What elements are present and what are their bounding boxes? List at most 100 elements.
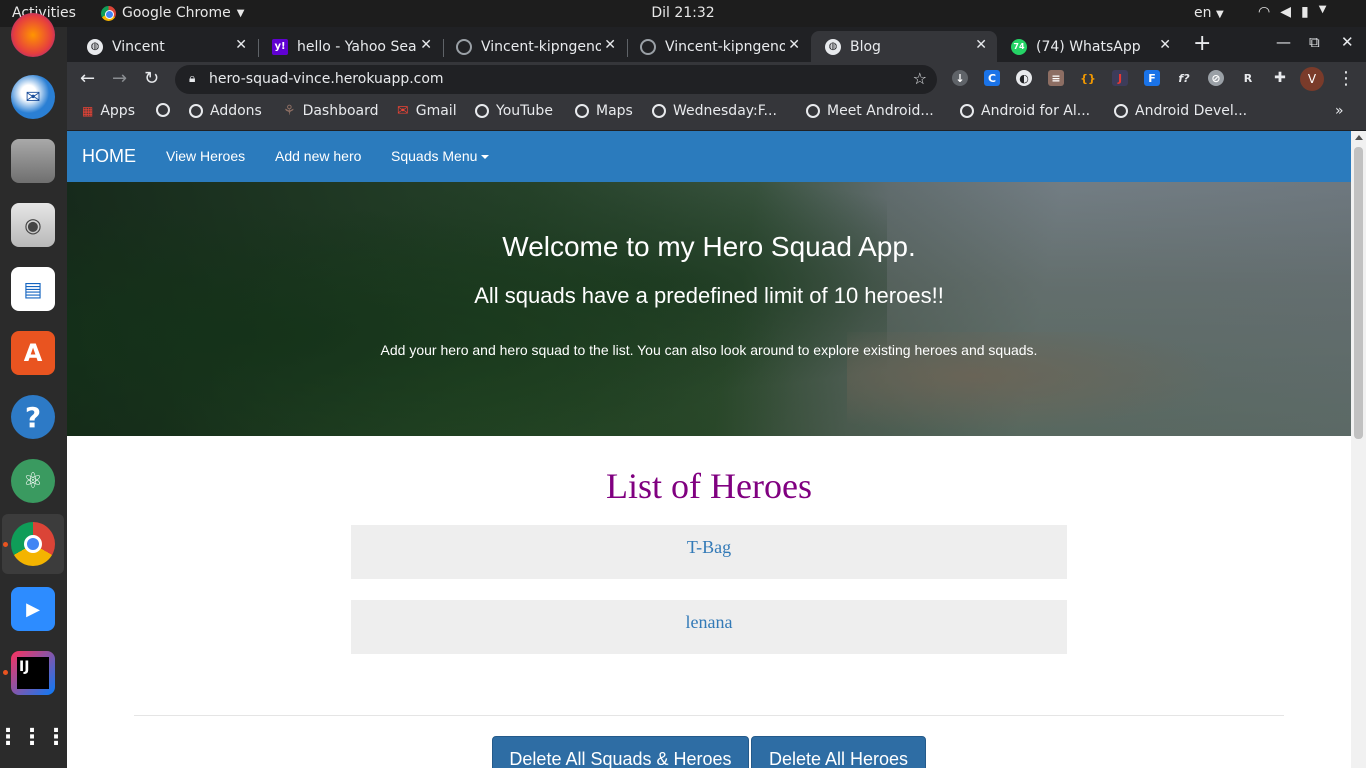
reload-button[interactable]: ↻ — [144, 68, 159, 89]
rhythmbox-icon[interactable]: ◉ — [11, 203, 55, 247]
bookmark-youtube[interactable]: YouTube — [475, 103, 553, 119]
address-bar[interactable]: 🔒︎ hero-squad-vince.herokuapp.com ☆ — [175, 65, 937, 94]
json-extension-icon[interactable]: {} — [1080, 70, 1096, 86]
chevron-down-icon: ▼ — [1318, 4, 1327, 15]
lock-icon[interactable]: 🔒︎ — [189, 71, 195, 86]
close-icon[interactable]: ✕ — [788, 37, 800, 53]
tab-whatsapp[interactable]: 74 (74) WhatsApp ✕ — [997, 31, 1181, 62]
clock[interactable]: Dil 21:32 — [0, 5, 1366, 21]
intellij-icon[interactable]: IJ — [11, 651, 55, 695]
bookmark-star-icon[interactable]: ☆ — [913, 69, 927, 88]
scrollbar-thumb[interactable] — [1354, 147, 1363, 439]
tab-title: hello - Yahoo Sear — [297, 38, 417, 55]
bookmark-gmail[interactable]: ✉ Gmail — [397, 103, 457, 119]
bookmark-label: Addons — [210, 103, 262, 119]
hero-description: Add your hero and hero squad to the list… — [380, 342, 1038, 358]
nav-squads-menu[interactable]: Squads Menu — [391, 148, 490, 164]
bookmark-android-for-all[interactable]: Android for Al... — [960, 103, 1090, 119]
bookmark-wednesday[interactable]: Wednesday:F... — [652, 103, 777, 119]
help-icon[interactable]: ? — [11, 395, 55, 439]
more-bookmarks-icon[interactable]: » — [1335, 103, 1344, 119]
profile-avatar[interactable]: V — [1300, 67, 1324, 91]
forward-button[interactable]: → — [112, 68, 127, 89]
nav-home[interactable]: HOME — [82, 146, 136, 167]
nav-add-new-hero[interactable]: Add new hero — [275, 148, 361, 164]
bookmark-label: Meet Android... — [827, 103, 934, 119]
scroll-up-icon[interactable] — [1355, 135, 1363, 140]
language-indicator[interactable]: en ▼ — [1194, 5, 1224, 21]
writer-icon[interactable]: ▤ — [11, 267, 55, 311]
apps-grid-icon: ▦ — [82, 104, 94, 118]
bookmark-apps[interactable]: ▦ Apps — [82, 103, 135, 119]
maximize-button[interactable]: ⧉ — [1309, 33, 1320, 51]
tab-github-1[interactable]: Vincent-kipngeno ✕ — [442, 31, 626, 62]
files-icon[interactable] — [11, 139, 55, 183]
download-extension-icon[interactable]: ↓ — [952, 70, 968, 86]
close-window-button[interactable]: ✕ — [1341, 33, 1354, 51]
bookmark-addons[interactable]: Addons — [189, 103, 262, 119]
puzzle-icon[interactable]: ✚ — [1272, 70, 1288, 86]
bookmark-label: Android for Al... — [981, 103, 1091, 119]
tab-github-2[interactable]: Vincent-kipngeno ✕ — [626, 31, 810, 62]
menu-icon[interactable]: ⋮ — [1337, 68, 1355, 89]
extension-icon[interactable]: ≡ — [1048, 70, 1064, 86]
page-scrollbar[interactable] — [1351, 131, 1366, 768]
new-tab-button[interactable]: + — [1193, 31, 1211, 56]
bookmark-label: Wednesday:F... — [673, 103, 777, 119]
bookmark-maps[interactable]: Maps — [575, 103, 633, 119]
close-icon[interactable]: ✕ — [1159, 37, 1171, 53]
thunderbird-icon[interactable]: ✉ — [11, 75, 55, 119]
delete-all-squads-heroes-button[interactable]: Delete All Squads & Heroes — [492, 736, 749, 768]
close-icon[interactable]: ✕ — [975, 37, 987, 53]
hero-link[interactable]: T-Bag — [351, 525, 1067, 558]
globe-icon — [575, 104, 589, 118]
bookmark-label: Android Devel... — [1135, 103, 1248, 119]
hero-banner: Welcome to my Hero Squad App. All squads… — [67, 182, 1351, 436]
r-extension-icon[interactable]: R — [1240, 70, 1256, 86]
bookmark-android-devel[interactable]: Android Devel... — [1114, 103, 1247, 119]
f-extension-icon[interactable]: F — [1144, 70, 1160, 86]
extension-icon[interactable]: J — [1112, 70, 1128, 86]
whatsapp-icon: 74 — [1011, 38, 1027, 55]
c-extension-icon[interactable]: C — [984, 70, 1000, 86]
atom-icon[interactable]: ⚛ — [11, 459, 55, 503]
tab-blog[interactable]: ◍ Blog ✕ — [811, 31, 997, 62]
yahoo-icon: y! — [272, 38, 288, 55]
tab-strip: ◍ Vincent ✕ y! hello - Yahoo Sear ✕ Vinc… — [67, 27, 1366, 62]
site-navbar: HOME View Heroes Add new hero Squads Men… — [67, 131, 1351, 182]
tab-yahoo[interactable]: y! hello - Yahoo Sear ✕ — [258, 31, 442, 62]
hero-link[interactable]: lenana — [351, 600, 1067, 633]
system-tray[interactable]: ◠ ◀ ▮ ▼ — [1258, 4, 1326, 20]
url-text[interactable]: hero-squad-vince.herokuapp.com — [209, 71, 444, 87]
list-title: List of Heroes — [606, 466, 812, 506]
extension-icon[interactable]: ◐ — [1016, 70, 1032, 86]
bookmark-globe[interactable] — [156, 103, 177, 117]
font-extension-icon[interactable]: f? — [1176, 70, 1192, 86]
back-button[interactable]: ← — [80, 68, 95, 89]
delete-all-heroes-button[interactable]: Delete All Heroes — [751, 736, 926, 768]
show-apps-icon[interactable]: ⋮⋮⋮ — [0, 715, 67, 759]
zoom-icon[interactable]: ▶ — [11, 587, 55, 631]
globe-icon — [475, 104, 489, 118]
minimize-button[interactable]: — — [1276, 33, 1291, 51]
running-indicator — [3, 542, 8, 547]
github-icon — [456, 38, 472, 55]
tab-vincent[interactable]: ◍ Vincent ✕ — [73, 31, 257, 62]
bookmark-meet-android[interactable]: Meet Android... — [806, 103, 934, 119]
globe-icon — [156, 103, 170, 117]
close-icon[interactable]: ✕ — [235, 37, 247, 53]
chrome-dock-icon[interactable] — [11, 522, 55, 566]
software-icon[interactable]: A — [11, 331, 55, 375]
caret-down-icon — [481, 155, 490, 160]
bookmark-label: Gmail — [415, 103, 457, 119]
firefox-icon[interactable] — [11, 13, 55, 57]
tab-title: Blog — [850, 38, 881, 55]
bookmark-dashboard[interactable]: ⚘ Dashboard — [283, 103, 379, 119]
dashboard-icon: ⚘ — [283, 103, 296, 119]
wifi-icon: ◠ — [1258, 4, 1271, 20]
close-icon[interactable]: ✕ — [420, 37, 432, 53]
close-icon[interactable]: ✕ — [604, 37, 616, 53]
extension-icon[interactable]: ⊘ — [1208, 70, 1224, 86]
nav-view-heroes[interactable]: View Heroes — [166, 148, 245, 164]
bookmark-label: Dashboard — [302, 103, 379, 119]
